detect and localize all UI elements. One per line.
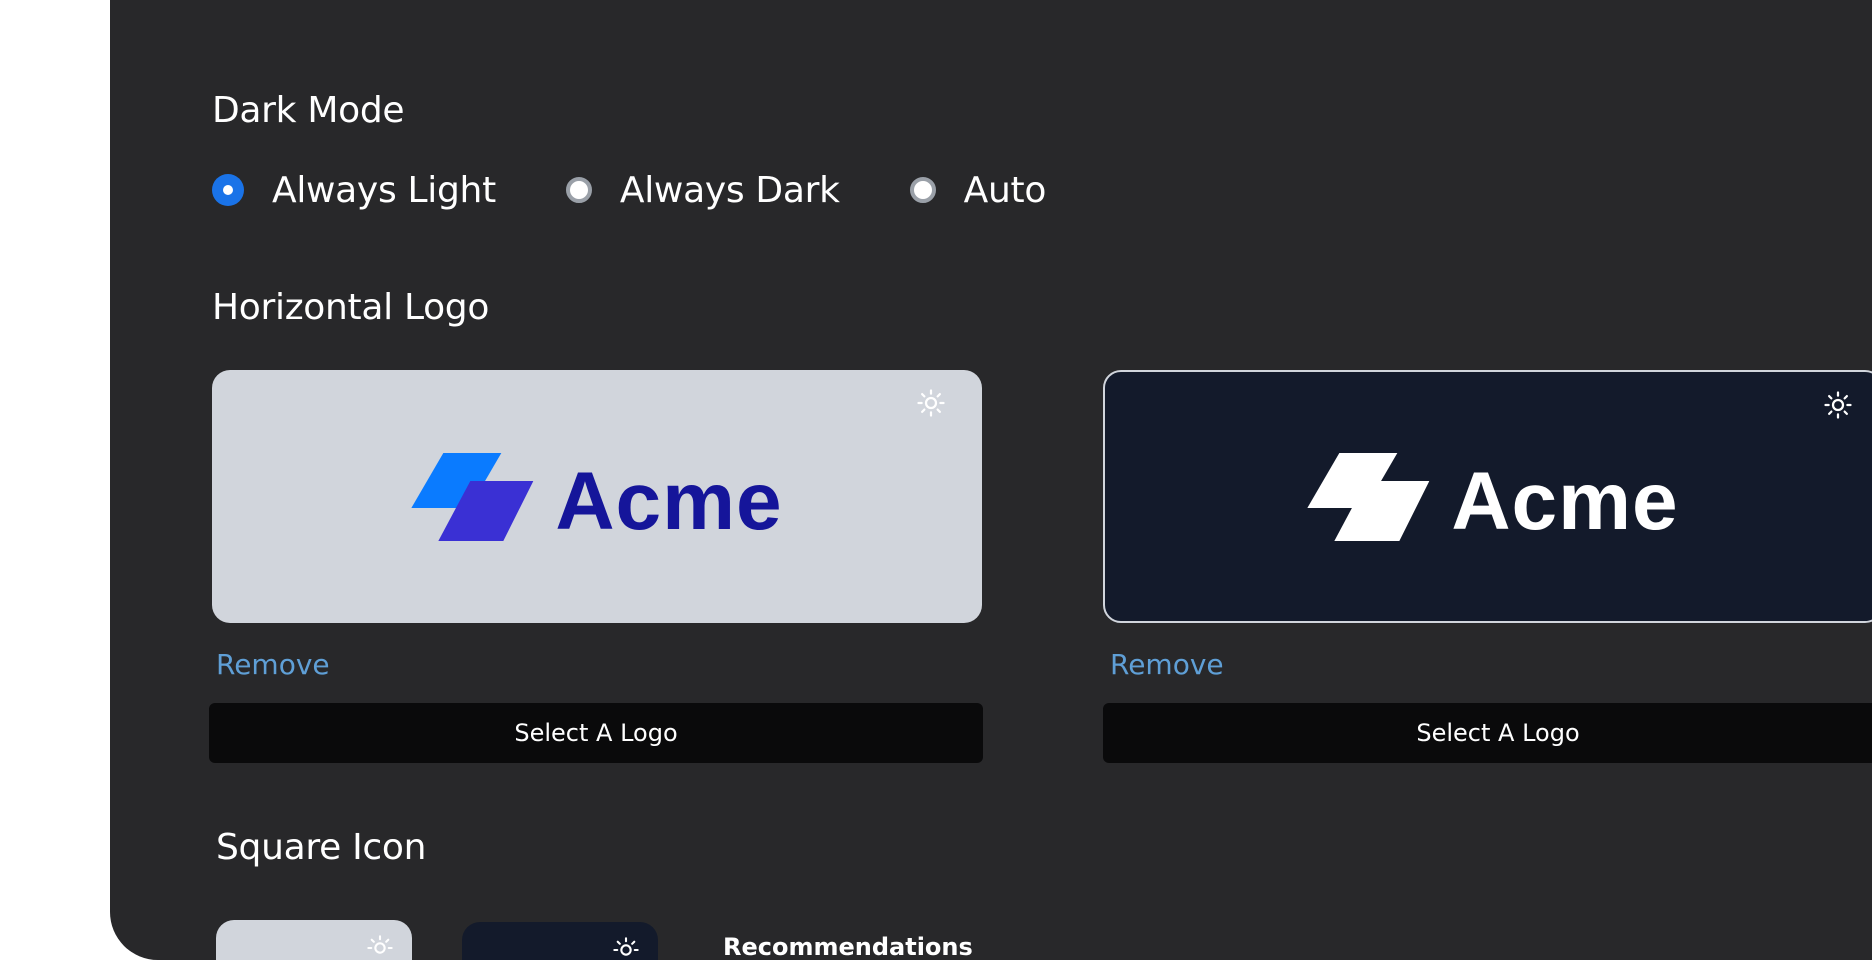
horizontal-logo-title: Horizontal Logo bbox=[212, 287, 490, 328]
radio-option-auto[interactable]: Auto bbox=[909, 169, 1047, 211]
acme-logo-text: Acme bbox=[555, 455, 783, 547]
radio-label-auto: Auto bbox=[963, 169, 1047, 211]
acme-logo: Acme bbox=[1307, 451, 1678, 543]
select-dark-logo-button[interactable]: Select A Logo bbox=[1103, 703, 1872, 763]
sun-icon[interactable] bbox=[1823, 390, 1853, 420]
logo-preview-light[interactable]: Acme bbox=[212, 370, 982, 623]
sun-icon[interactable] bbox=[612, 936, 640, 960]
select-light-logo-button[interactable]: Select A Logo bbox=[209, 703, 983, 763]
radio-button-always-dark[interactable] bbox=[565, 177, 592, 203]
acme-logo-mark-icon bbox=[1307, 452, 1430, 541]
logo-preview-dark[interactable]: Acme bbox=[1103, 370, 1872, 623]
dark-mode-radio-group: Always Light Always Dark Auto bbox=[212, 168, 1116, 212]
settings-panel: Dark Mode Always Light Always Dark Auto … bbox=[110, 0, 1872, 960]
square-icon-preview-dark[interactable] bbox=[462, 922, 658, 960]
acme-logo-mark-icon bbox=[411, 452, 534, 541]
remove-light-logo-link[interactable]: Remove bbox=[216, 648, 330, 681]
sun-icon[interactable] bbox=[916, 388, 946, 418]
square-icon-preview-light[interactable] bbox=[216, 920, 412, 960]
radio-option-always-light[interactable]: Always Light bbox=[212, 170, 496, 211]
remove-dark-logo-link[interactable]: Remove bbox=[1110, 648, 1224, 681]
radio-label-always-light: Always Light bbox=[272, 169, 496, 211]
acme-logo: Acme bbox=[411, 451, 782, 543]
radio-button-auto[interactable] bbox=[909, 177, 936, 203]
radio-button-always-light[interactable] bbox=[212, 174, 244, 206]
sun-icon[interactable] bbox=[366, 934, 394, 960]
radio-label-always-dark: Always Dark bbox=[619, 169, 840, 211]
radio-option-always-dark[interactable]: Always Dark bbox=[565, 169, 840, 211]
square-icon-title: Square Icon bbox=[216, 827, 427, 868]
dark-mode-title: Dark Mode bbox=[212, 90, 405, 131]
recommendations-heading: Recommendations bbox=[723, 933, 973, 960]
acme-logo-text: Acme bbox=[1451, 455, 1679, 547]
